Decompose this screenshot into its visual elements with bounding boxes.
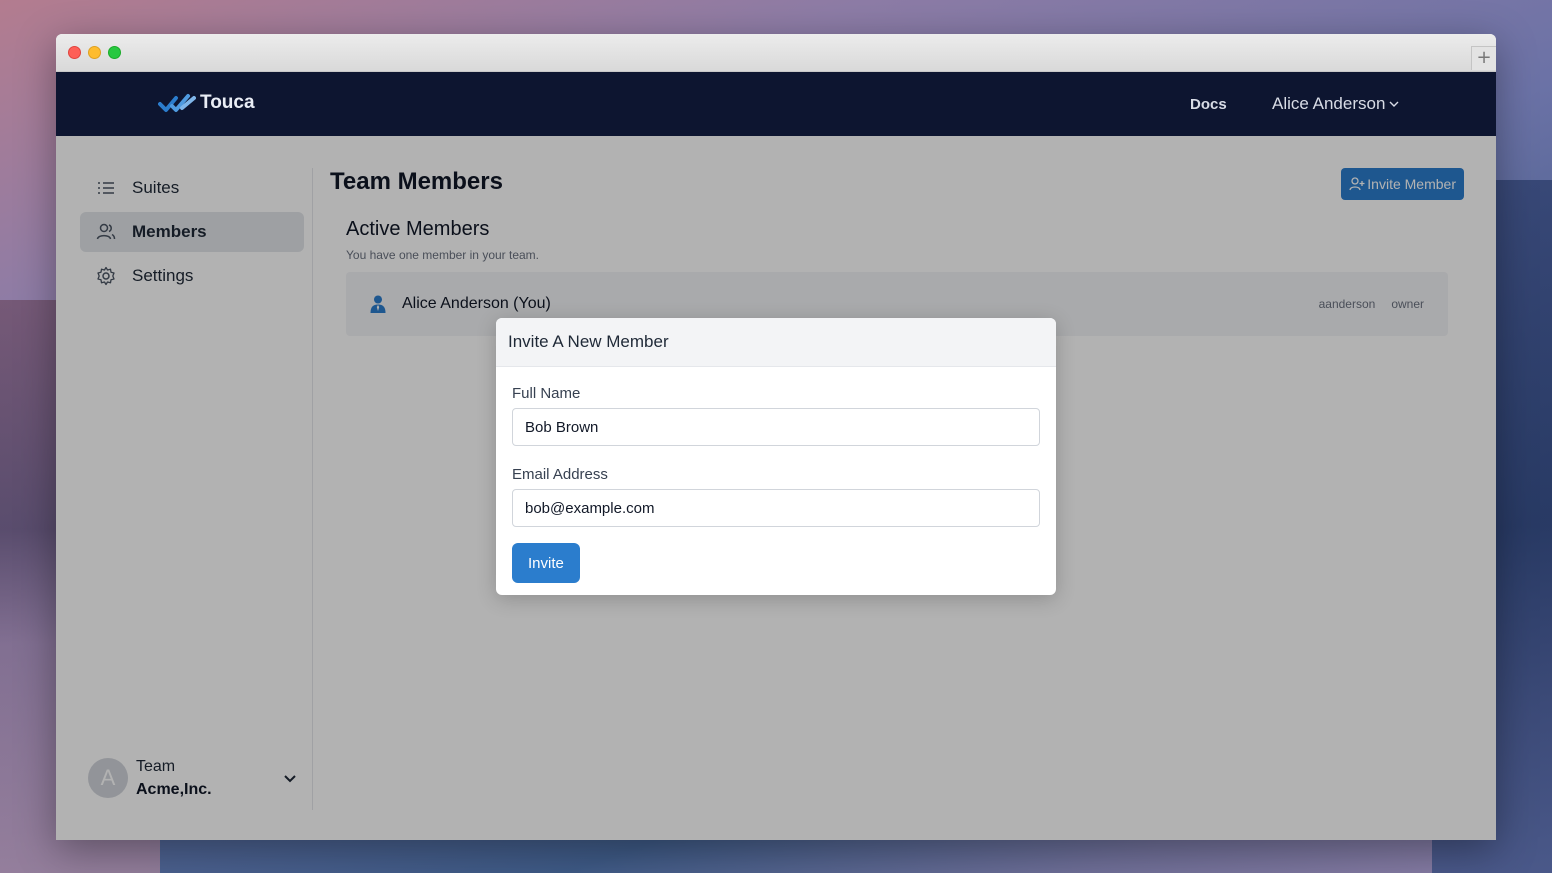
minimize-window-button[interactable]	[88, 46, 101, 59]
dialog-title: Invite A New Member	[496, 318, 1056, 367]
new-tab-button[interactable]: +	[1471, 46, 1496, 70]
close-window-button[interactable]	[68, 46, 81, 59]
window-titlebar: +	[56, 34, 1496, 72]
docs-link[interactable]: Docs	[1190, 96, 1227, 113]
chevron-down-icon	[1389, 101, 1399, 107]
brand-name: Touca	[200, 92, 255, 113]
user-menu[interactable]: Alice Anderson	[1272, 94, 1400, 114]
invite-submit-button[interactable]: Invite	[512, 543, 580, 583]
dialog-body: Full Name Email Address Invite	[496, 367, 1056, 595]
user-name: Alice Anderson	[1272, 94, 1386, 113]
maximize-window-button[interactable]	[108, 46, 121, 59]
touca-logo-icon	[158, 94, 196, 112]
fullname-field[interactable]	[512, 408, 1040, 446]
top-navbar: Touca Docs Alice Anderson	[56, 72, 1496, 136]
touca-logo[interactable]: Touca	[158, 92, 255, 114]
browser-window: + Touca Docs Alice Anderson Suites Membe…	[56, 34, 1496, 840]
invite-member-dialog: Invite A New Member Full Name Email Addr…	[496, 318, 1056, 595]
email-field[interactable]	[512, 489, 1040, 527]
fullname-label: Full Name	[512, 385, 581, 402]
email-label: Email Address	[512, 466, 608, 483]
